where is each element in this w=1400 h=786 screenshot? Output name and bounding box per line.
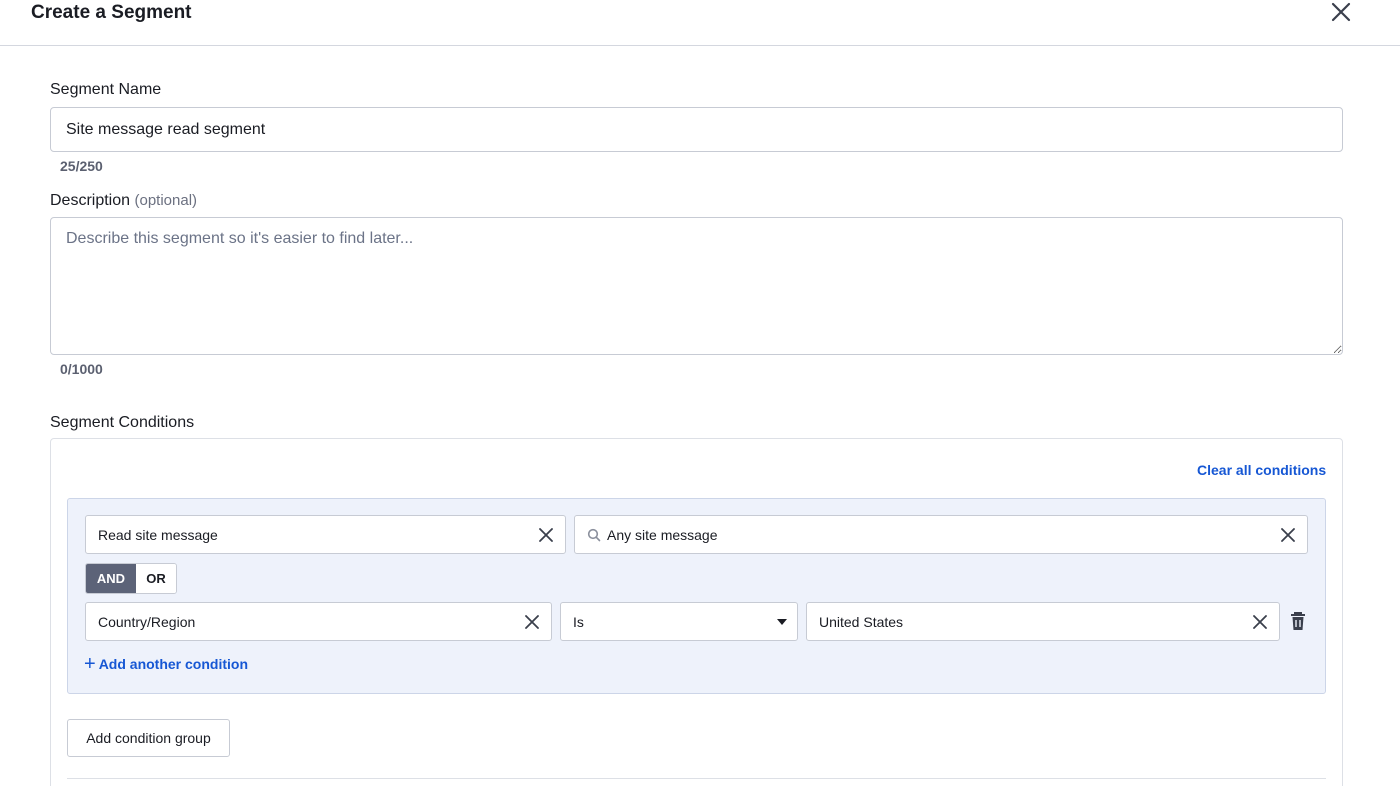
segment-name-counter: 25/250 [60,158,103,174]
add-another-condition-link[interactable]: + Add another condition [84,653,249,675]
clear-site-message-icon[interactable] [1273,520,1303,550]
clear-property-icon[interactable] [517,607,547,637]
clear-event-icon[interactable] [531,520,561,550]
operator-dropdown-value: Is [573,613,584,630]
property-select[interactable]: Country/Region [85,602,552,641]
description-textarea[interactable] [50,217,1343,355]
plus-icon: + [84,653,96,675]
modal-title: Create a Segment [31,2,192,23]
segment-name-input[interactable] [50,107,1343,152]
description-label-text: Description [50,192,131,209]
add-another-condition-label: Add another condition [98,656,249,672]
description-label: Description (optional) [50,192,197,210]
modal-header: Create a Segment [0,0,1400,46]
search-icon [587,528,601,542]
event-select-value: Read site message [98,526,218,543]
trash-icon[interactable] [1286,609,1310,633]
event-select[interactable]: Read site message [85,515,566,554]
divider [67,778,1326,779]
description-counter: 0/1000 [60,361,103,377]
operator-dropdown[interactable]: Is [560,602,798,641]
value-select[interactable]: United States [806,602,1280,641]
add-condition-group-button[interactable]: Add condition group [67,719,230,757]
site-message-search-value: Any site message [607,526,718,543]
optional-hint: (optional) [134,192,198,209]
site-message-search[interactable]: Any site message [574,515,1308,554]
or-toggle-button[interactable]: OR [136,564,176,593]
segment-name-label: Segment Name [50,81,162,98]
segment-conditions-label: Segment Conditions [50,414,195,431]
property-select-value: Country/Region [98,613,196,630]
value-select-value: United States [819,613,904,630]
chevron-down-icon [767,618,797,625]
and-or-toggle: AND OR [85,563,177,594]
clear-all-conditions-link[interactable]: Clear all conditions [1197,462,1326,478]
and-toggle-button[interactable]: AND [86,564,136,593]
close-icon[interactable] [1326,0,1356,28]
clear-value-icon[interactable] [1245,607,1275,637]
